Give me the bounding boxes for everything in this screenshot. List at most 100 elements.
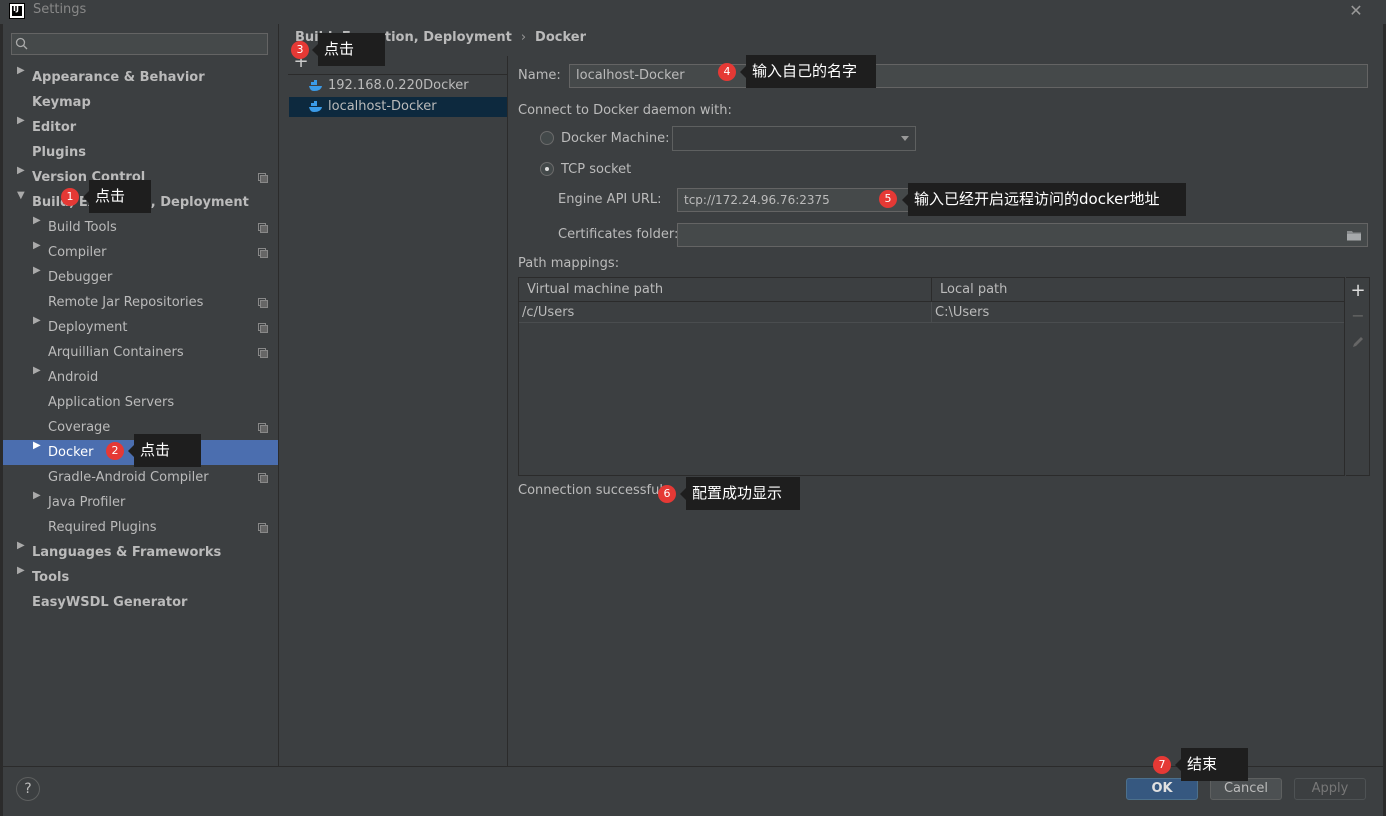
chevron-right-icon[interactable]: ▶ bbox=[33, 315, 43, 340]
project-settings-icon bbox=[258, 323, 268, 333]
path-mappings-label: Path mappings: bbox=[518, 256, 620, 271]
cert-folder-field[interactable] bbox=[677, 223, 1368, 247]
intellij-app-icon bbox=[9, 3, 25, 19]
sidebar-item[interactable]: Tools bbox=[32, 565, 69, 590]
chevron-right-icon[interactable]: ▶ bbox=[33, 240, 43, 265]
sidebar-item[interactable]: Compiler bbox=[48, 240, 107, 265]
step-badge: 5 bbox=[879, 190, 897, 208]
sidebar-item[interactable]: Keymap bbox=[32, 90, 91, 115]
chevron-right-icon[interactable]: ▶ bbox=[33, 265, 43, 290]
sidebar-item-label: Languages & Frameworks bbox=[32, 545, 222, 560]
sidebar-item-label: Deployment bbox=[48, 320, 128, 335]
sidebar-item[interactable]: Plugins bbox=[32, 140, 86, 165]
breadcrumb-current: Docker bbox=[535, 30, 586, 45]
sidebar-item[interactable]: Remote Jar Repositories bbox=[48, 290, 203, 315]
folder-icon[interactable] bbox=[1346, 228, 1362, 242]
docker-list-panel bbox=[288, 76, 507, 766]
sidebar-item-label: Java Profiler bbox=[48, 495, 126, 510]
chevron-right-icon[interactable]: ▶ bbox=[17, 165, 27, 190]
add-mapping-icon[interactable]: + bbox=[1349, 282, 1367, 300]
table-cell[interactable]: C:\Users bbox=[932, 303, 1344, 323]
step-badge: 2 bbox=[106, 442, 124, 460]
tcp-socket-label: TCP socket bbox=[561, 162, 632, 177]
list-divider bbox=[507, 56, 508, 766]
table-header: Virtual machine path Local path bbox=[519, 278, 1344, 302]
sidebar-item[interactable]: Arquillian Containers bbox=[48, 340, 184, 365]
sidebar-item-label: Tools bbox=[32, 570, 70, 585]
sidebar-item-label: Docker bbox=[48, 445, 94, 460]
cancel-button[interactable]: Cancel bbox=[1210, 778, 1282, 800]
search-icon bbox=[15, 37, 28, 50]
connect-label: Connect to Docker daemon with: bbox=[518, 103, 732, 118]
sidebar-item[interactable]: Coverage bbox=[48, 415, 110, 440]
sidebar-item[interactable]: Required Plugins bbox=[48, 515, 157, 540]
settings-search-input[interactable] bbox=[11, 33, 268, 55]
table-cell[interactable]: /c/Users bbox=[519, 303, 931, 323]
sidebar-item[interactable]: Gradle-Android Compiler bbox=[48, 465, 209, 490]
annotation-note: 输入已经开启远程访问的docker地址 bbox=[902, 183, 1186, 216]
project-settings-icon bbox=[258, 223, 268, 233]
remove-mapping-icon[interactable]: − bbox=[1349, 307, 1367, 325]
sidebar-item[interactable]: Languages & Frameworks bbox=[32, 540, 221, 565]
title-bar bbox=[0, 0, 1386, 24]
project-settings-icon bbox=[258, 248, 268, 258]
annotation-note: 点击 bbox=[128, 434, 201, 467]
sidebar-item[interactable]: Android bbox=[48, 365, 98, 390]
list-toolbar-divider bbox=[288, 74, 507, 75]
ok-button[interactable]: OK bbox=[1126, 778, 1198, 800]
edit-pencil-icon[interactable] bbox=[1351, 335, 1365, 349]
sidebar-item[interactable]: Application Servers bbox=[48, 390, 174, 415]
table-header-local-path[interactable]: Local path bbox=[931, 278, 1344, 301]
chevron-right-icon[interactable]: ▶ bbox=[17, 115, 27, 140]
sidebar-divider bbox=[278, 24, 279, 766]
docker-machine-radio[interactable] bbox=[540, 131, 554, 145]
docker-list-item[interactable]: 192.168.0.220Docker bbox=[289, 76, 507, 96]
chevron-right-icon[interactable]: ▶ bbox=[17, 540, 27, 565]
sidebar-item-label: Arquillian Containers bbox=[48, 345, 184, 360]
sidebar-item[interactable]: Build Tools bbox=[48, 215, 117, 240]
chevron-right-icon[interactable]: ▶ bbox=[33, 365, 43, 390]
tcp-socket-radio[interactable] bbox=[540, 162, 554, 176]
annotation-note: 配置成功显示 bbox=[680, 477, 800, 510]
annotation-note: 输入自己的名字 bbox=[740, 55, 876, 88]
sidebar-item[interactable]: Deployment bbox=[48, 315, 128, 340]
sidebar-item-label: Remote Jar Repositories bbox=[48, 295, 204, 310]
sidebar-item[interactable]: Docker bbox=[48, 440, 94, 465]
sidebar-item-label: Appearance & Behavior bbox=[32, 70, 205, 85]
project-settings-icon bbox=[258, 423, 268, 433]
table-header-vm-path[interactable]: Virtual machine path bbox=[519, 278, 931, 301]
sidebar-item-label: Plugins bbox=[32, 145, 86, 160]
sidebar-item-label: Required Plugins bbox=[48, 520, 157, 535]
sidebar-item[interactable]: Editor bbox=[32, 115, 76, 140]
sidebar-item[interactable]: EasyWSDL Generator bbox=[32, 590, 187, 615]
sidebar-item-label: Compiler bbox=[48, 245, 107, 260]
table-column-divider bbox=[931, 302, 932, 322]
name-field[interactable]: localhost-Docker bbox=[569, 64, 1368, 88]
sidebar-item[interactable]: Java Profiler bbox=[48, 490, 125, 515]
sidebar-item-label: Gradle-Android Compiler bbox=[48, 470, 209, 485]
chevron-right-icon[interactable]: ▶ bbox=[33, 490, 43, 515]
chevron-right-icon[interactable]: ▶ bbox=[17, 65, 27, 90]
chevron-right-icon[interactable]: ▶ bbox=[33, 215, 43, 240]
docker-whale-icon bbox=[309, 101, 322, 112]
connection-status: Connection successful bbox=[518, 483, 663, 498]
docker-whale-icon bbox=[309, 80, 322, 91]
sidebar-item-label: Application Servers bbox=[48, 395, 175, 410]
sidebar-item[interactable]: Appearance & Behavior bbox=[32, 65, 205, 90]
table-row-divider bbox=[519, 322, 1344, 323]
chevron-right-icon[interactable]: ▶ bbox=[17, 565, 27, 590]
help-button[interactable]: ? bbox=[16, 777, 40, 801]
name-label: Name: bbox=[518, 68, 561, 83]
apply-button[interactable]: Apply bbox=[1294, 778, 1366, 800]
docker-list-item[interactable]: localhost-Docker bbox=[289, 97, 507, 117]
chevron-down-icon[interactable]: ▼ bbox=[17, 190, 27, 215]
docker-list-item-label: localhost-Docker bbox=[328, 99, 437, 114]
chevron-right-icon[interactable]: ▶ bbox=[33, 440, 43, 465]
sidebar-item[interactable]: Debugger bbox=[48, 265, 112, 290]
sidebar-item-label: Build Tools bbox=[48, 220, 117, 235]
docker-machine-dropdown[interactable] bbox=[672, 126, 916, 151]
project-settings-icon bbox=[258, 348, 268, 358]
step-badge: 7 bbox=[1153, 756, 1171, 774]
sidebar-item-label: Editor bbox=[32, 120, 77, 135]
close-window-icon[interactable]: ✕ bbox=[1344, 0, 1368, 22]
